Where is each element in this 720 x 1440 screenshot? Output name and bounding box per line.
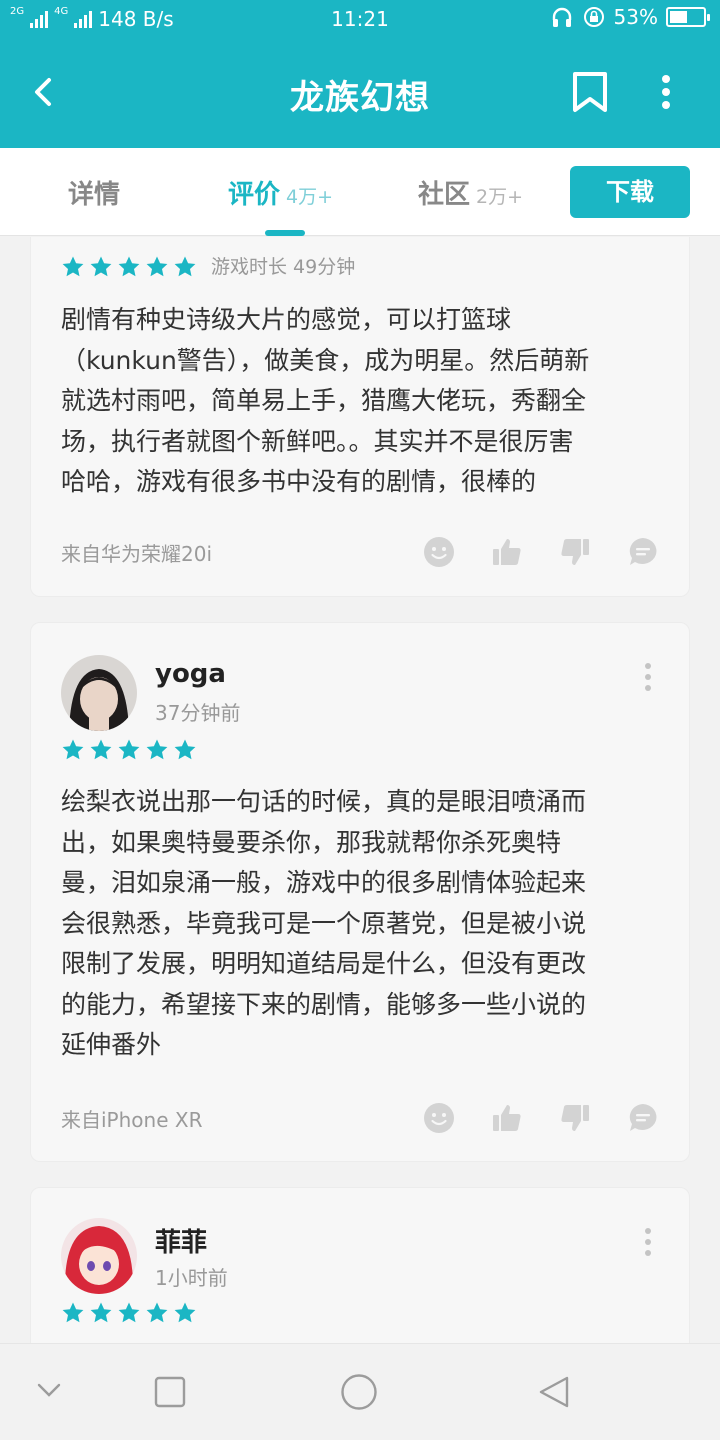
- review-time: 1小时前: [155, 1266, 228, 1290]
- review-time: 37分钟前: [155, 701, 241, 725]
- system-nav-bar: [0, 1343, 720, 1440]
- thumbs-up-icon[interactable]: [491, 1102, 523, 1134]
- avatar[interactable]: [61, 1218, 137, 1294]
- review-text-line: 绘梨衣说出那一句话的时候，真的是眼泪喷涌而: [61, 787, 587, 816]
- reviewer-name[interactable]: 菲菲: [155, 1222, 207, 1259]
- status-bar: 2G 4G 148 B/s 11:21 53%: [0, 0, 720, 38]
- star-icon: [89, 1301, 113, 1325]
- tab-details[interactable]: 详情: [68, 174, 120, 211]
- more-options-icon[interactable]: [643, 1226, 653, 1258]
- rating-row: 游戏时长 49分钟: [61, 255, 355, 279]
- emoji-reaction-icon[interactable]: [423, 1102, 455, 1134]
- avatar[interactable]: [61, 655, 137, 731]
- star-icon: [173, 255, 197, 279]
- star-rating: [61, 738, 197, 762]
- star-icon: [61, 738, 85, 762]
- back-triangle-icon[interactable]: [536, 1374, 572, 1410]
- review-footer: 来自华为荣耀20i: [61, 536, 659, 568]
- app-bar: 龙族幻想: [0, 38, 720, 148]
- review-text-line: 限制了发展，明明知道结局是什么，但没有更改: [61, 949, 587, 978]
- recent-apps-icon[interactable]: [154, 1376, 186, 1408]
- chevron-down-icon[interactable]: [36, 1380, 62, 1400]
- star-icon: [61, 1301, 85, 1325]
- thumbs-up-icon[interactable]: [491, 536, 523, 568]
- review-text-line: 出，如果奥特曼要杀你，那我就帮你杀死奥特: [61, 827, 562, 857]
- review-card: 菲菲 1小时前: [30, 1187, 690, 1343]
- home-icon[interactable]: [340, 1373, 378, 1411]
- headphones-icon: [552, 7, 571, 27]
- review-text: 剧情有种史诗级大片的感觉，可以打篮球 （kunkun警告），做美食，成为明星。然…: [61, 300, 661, 503]
- tab-community-label: 社区: [418, 180, 471, 210]
- review-text-line: （kunkun警告），做美食，成为明星。然后萌新: [61, 345, 590, 375]
- page-title: 龙族幻想: [290, 78, 430, 118]
- device-label: 来自iPhone XR: [61, 1107, 203, 1132]
- review-text-line: 哈哈，游戏有很多书中没有的剧情，很棒的: [61, 467, 537, 496]
- download-button[interactable]: 下载: [570, 166, 690, 218]
- review-card: yoga 37分钟前 绘梨衣说出那一句话的时候，真的是眼泪喷涌而 出，如果奥特曼…: [30, 622, 690, 1162]
- reviewer-name[interactable]: yoga: [155, 659, 226, 689]
- battery-icon: [666, 7, 710, 27]
- star-icon: [89, 255, 113, 279]
- playtime: 游戏时长 49分钟: [211, 256, 356, 278]
- review-actions: [423, 536, 659, 568]
- review-card: 游戏时长 49分钟 剧情有种史诗级大片的感觉，可以打篮球 （kunkun警告），…: [30, 237, 690, 597]
- review-text-line: 曼，泪如泉涌一般，游戏中的很多剧情体验起来: [61, 868, 587, 897]
- emoji-reaction-icon[interactable]: [423, 536, 455, 568]
- star-icon: [145, 255, 169, 279]
- star-rating: [61, 255, 197, 279]
- review-text-line: 会很熟悉，毕竟我可是一个原著党，但是被小说: [61, 908, 587, 938]
- tab-community-count: 2万+: [476, 186, 524, 208]
- star-icon: [117, 1301, 141, 1325]
- comment-icon[interactable]: [627, 536, 659, 568]
- tab-reviews-count: 4万+: [286, 186, 334, 208]
- star-icon: [117, 255, 141, 279]
- review-text-line: 就选村雨吧，简单易上手，猎鹰大佬玩，秀翻全: [61, 386, 587, 415]
- star-rating: [61, 1301, 197, 1325]
- review-actions: [423, 1102, 659, 1134]
- star-icon: [145, 738, 169, 762]
- tab-details-label: 详情: [68, 180, 121, 210]
- review-text-line: 剧情有种史诗级大片的感觉，可以打篮球: [61, 305, 512, 334]
- star-icon: [89, 738, 113, 762]
- star-icon: [61, 255, 85, 279]
- star-icon: [173, 1301, 197, 1325]
- review-text-line: 的能力，希望接下来的剧情，能够多一些小说的: [61, 989, 587, 1019]
- star-icon: [145, 1301, 169, 1325]
- thumbs-down-icon[interactable]: [559, 536, 591, 568]
- review-text-line: 延伸番外: [61, 1030, 162, 1059]
- tab-community[interactable]: 社区 2万+: [418, 174, 523, 211]
- review-list[interactable]: 游戏时长 49分钟 剧情有种史诗级大片的感觉，可以打篮球 （kunkun警告），…: [0, 237, 720, 1343]
- battery-percent: 53%: [613, 5, 658, 29]
- star-icon: [173, 738, 197, 762]
- active-tab-indicator: [265, 230, 305, 236]
- review-text: 绘梨衣说出那一句话的时候，真的是眼泪喷涌而 出，如果奥特曼要杀你，那我就帮你杀死…: [61, 782, 671, 1066]
- more-vertical-icon[interactable]: [648, 68, 684, 116]
- bookmark-icon[interactable]: [568, 68, 612, 116]
- comment-icon[interactable]: [627, 1102, 659, 1134]
- more-options-icon[interactable]: [643, 661, 653, 693]
- thumbs-down-icon[interactable]: [559, 1102, 591, 1134]
- top-bar: 2G 4G 148 B/s 11:21 53% 龙族幻想: [0, 0, 720, 148]
- tab-reviews[interactable]: 评价 4万+: [228, 174, 333, 211]
- review-footer: 来自iPhone XR: [61, 1102, 659, 1134]
- rotation-lock-icon: [583, 7, 604, 27]
- device-label: 来自华为荣耀20i: [61, 541, 213, 566]
- star-icon: [117, 738, 141, 762]
- review-text-line: 场，执行者就图个新鲜吧。。其实并不是很厉害: [61, 426, 574, 456]
- tab-bar: 详情 评价 4万+ 社区 2万+ 下载: [0, 148, 720, 236]
- tab-reviews-label: 评价: [228, 180, 281, 210]
